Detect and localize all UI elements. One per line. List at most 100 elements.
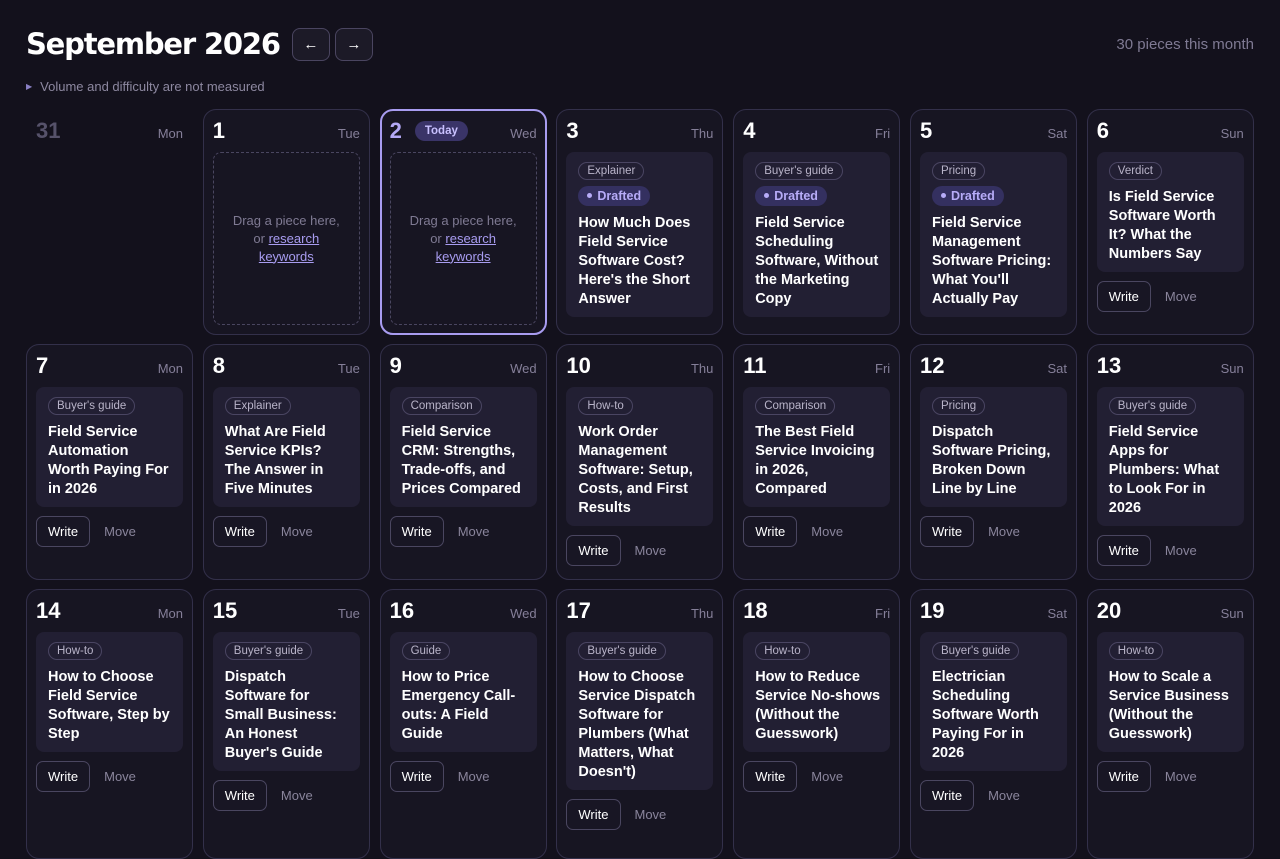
write-button[interactable]: Write	[919, 516, 975, 547]
piece-title: Field Service CRM: Strengths, Trade-offs…	[401, 424, 521, 497]
move-button[interactable]: Move	[458, 769, 490, 784]
metrics-disclosure[interactable]: ▶ Volume and difficulty are not measured	[26, 79, 265, 94]
write-button[interactable]: Write	[36, 516, 91, 547]
move-button[interactable]: Move	[811, 769, 843, 784]
piece-card[interactable]: Verdict Is Field Service Software Worth I…	[1096, 152, 1244, 272]
drop-zone[interactable]: Drag a piece here, or research keywords	[389, 152, 537, 325]
piece-card[interactable]: Pricing Dispatch Software Pricing, Broken…	[919, 387, 1067, 507]
move-button[interactable]: Move	[1165, 289, 1197, 304]
day-number: 14	[36, 598, 61, 623]
piece-card[interactable]: Explainer What Are Field Service KPIs? Th…	[212, 387, 360, 507]
piece-type-tag: How-to	[1108, 642, 1164, 660]
piece-title: How to Choose Service Dispatch Software …	[578, 669, 696, 780]
day-cell: 11 Fri Comparison The Best Field Service In…	[733, 344, 901, 580]
piece-actions: Write Move	[566, 799, 713, 830]
move-button[interactable]: Move	[635, 543, 667, 558]
piece-type-tag: Buyer's guide	[755, 162, 843, 180]
day-header: 3 Thu	[566, 118, 713, 144]
piece-title: How to Choose Field Service Software, St…	[48, 669, 170, 742]
day-number: 15	[212, 598, 238, 623]
move-button[interactable]: Move	[458, 524, 490, 539]
move-button[interactable]: Move	[635, 807, 667, 822]
piece-card[interactable]: Buyer's guide Field Service Automation Wo…	[36, 387, 183, 507]
day-header: 5 Sat	[920, 118, 1067, 144]
move-button[interactable]: Move	[104, 769, 136, 784]
day-cell: 10 Thu How-to Work Order Management Softwar…	[556, 344, 724, 580]
move-button[interactable]: Move	[811, 524, 843, 539]
move-button[interactable]: Move	[281, 788, 313, 803]
day-number: 10	[566, 353, 591, 378]
piece-card[interactable]: Pricing Drafted Field Service Management S…	[919, 152, 1067, 317]
day-number: 17	[566, 598, 591, 623]
write-button[interactable]: Write	[743, 761, 798, 792]
move-button[interactable]: Move	[988, 788, 1020, 803]
status-dot-icon	[587, 193, 593, 199]
piece-card[interactable]: Comparison Field Service CRM: Strengths, …	[389, 387, 537, 507]
move-button[interactable]: Move	[988, 524, 1020, 539]
weekday-label: Wed	[510, 125, 537, 141]
write-button[interactable]: Write	[1096, 761, 1151, 792]
day-header: 11 Fri	[743, 353, 890, 379]
day-cell: 15 Tue Buyer's guide Dispatch Software for …	[202, 589, 370, 859]
day-number: 4	[743, 118, 756, 143]
write-button[interactable]: Write	[212, 516, 267, 547]
piece-actions: Write Move	[1096, 535, 1244, 566]
piece-type-tag: Buyer's guide	[224, 642, 313, 660]
write-button[interactable]: Write	[919, 780, 975, 811]
piece-type-tag: How-to	[755, 642, 810, 660]
piece-actions: Write Move	[36, 761, 183, 792]
piece-card[interactable]: Buyer's guide Field Service Apps for Plum…	[1096, 387, 1244, 526]
next-month-button[interactable]: →	[334, 27, 373, 61]
write-button[interactable]: Write	[566, 799, 621, 830]
research-keywords-link[interactable]: research keywords	[436, 231, 496, 264]
research-keywords-link[interactable]: research keywords	[259, 231, 319, 264]
piece-card[interactable]: How-to How to Scale a Service Business (W…	[1096, 632, 1244, 752]
weekday-label: Fri	[875, 360, 891, 376]
piece-type-tag: Guide	[401, 642, 451, 660]
day-number: 13	[1096, 353, 1122, 378]
piece-title: Field Service Automation Worth Paying Fo…	[48, 424, 169, 497]
status-label: Drafted	[774, 189, 818, 203]
write-button[interactable]: Write	[212, 780, 267, 811]
piece-card[interactable]: How-to Work Order Management Software: Se…	[566, 387, 714, 526]
weekday-label: Thu	[690, 605, 714, 621]
day-cell: 1 Tue Drag a piece here, or research keywor…	[202, 109, 370, 335]
prev-month-button[interactable]: ←	[291, 27, 330, 61]
piece-type-tag: How-to	[48, 642, 103, 660]
write-button[interactable]: Write	[1096, 535, 1151, 566]
write-button[interactable]: Write	[389, 761, 444, 792]
piece-card[interactable]: Guide How to Price Emergency Call-outs: A…	[389, 632, 537, 752]
piece-card[interactable]: Comparison The Best Field Service Invoici…	[743, 387, 891, 507]
drop-zone[interactable]: Drag a piece here, or research keywords	[212, 152, 360, 325]
piece-card[interactable]: Buyer's guide How to Choose Service Dispa…	[566, 632, 714, 790]
weekday-label: Tue	[337, 605, 360, 621]
day-header: 7 Mon	[36, 353, 183, 379]
day-number: 31	[36, 118, 61, 143]
move-button[interactable]: Move	[1165, 769, 1197, 784]
piece-card[interactable]: Buyer's guide Electrician Scheduling Soft…	[919, 632, 1067, 771]
move-button[interactable]: Move	[281, 524, 313, 539]
status-dot-icon	[764, 193, 770, 199]
write-button[interactable]: Write	[389, 516, 444, 547]
move-button[interactable]: Move	[104, 524, 136, 539]
write-button[interactable]: Write	[36, 761, 91, 792]
piece-actions: Write Move	[919, 516, 1067, 547]
piece-card[interactable]: Buyer's guide Drafted Field Service Schedu…	[743, 152, 891, 317]
piece-card[interactable]: How-to How to Reduce Service No-shows (Wi…	[743, 632, 891, 752]
write-button[interactable]: Write	[1096, 281, 1151, 312]
drop-zone-or: or	[430, 230, 442, 246]
day-header: 4 Fri	[743, 118, 890, 144]
day-cell: 5 Sat Pricing Drafted Field Service Manageme…	[909, 109, 1077, 335]
today-badge: Today	[414, 121, 468, 141]
piece-card[interactable]: Explainer Drafted How Much Does Field Serv…	[566, 152, 714, 317]
disclosure-triangle-icon: ▶	[26, 82, 33, 91]
piece-card[interactable]: How-to How to Choose Field Service Softwa…	[36, 632, 183, 752]
disclosure-label: Volume and difficulty are not measured	[40, 79, 265, 94]
move-button[interactable]: Move	[1165, 543, 1197, 558]
day-header: 1 Tue	[213, 118, 360, 144]
write-button[interactable]: Write	[743, 516, 798, 547]
write-button[interactable]: Write	[566, 535, 621, 566]
weekday-label: Sat	[1047, 360, 1067, 376]
piece-card[interactable]: Buyer's guide Dispatch Software for Small…	[212, 632, 360, 771]
drafted-status-badge: Drafted	[931, 186, 1004, 206]
